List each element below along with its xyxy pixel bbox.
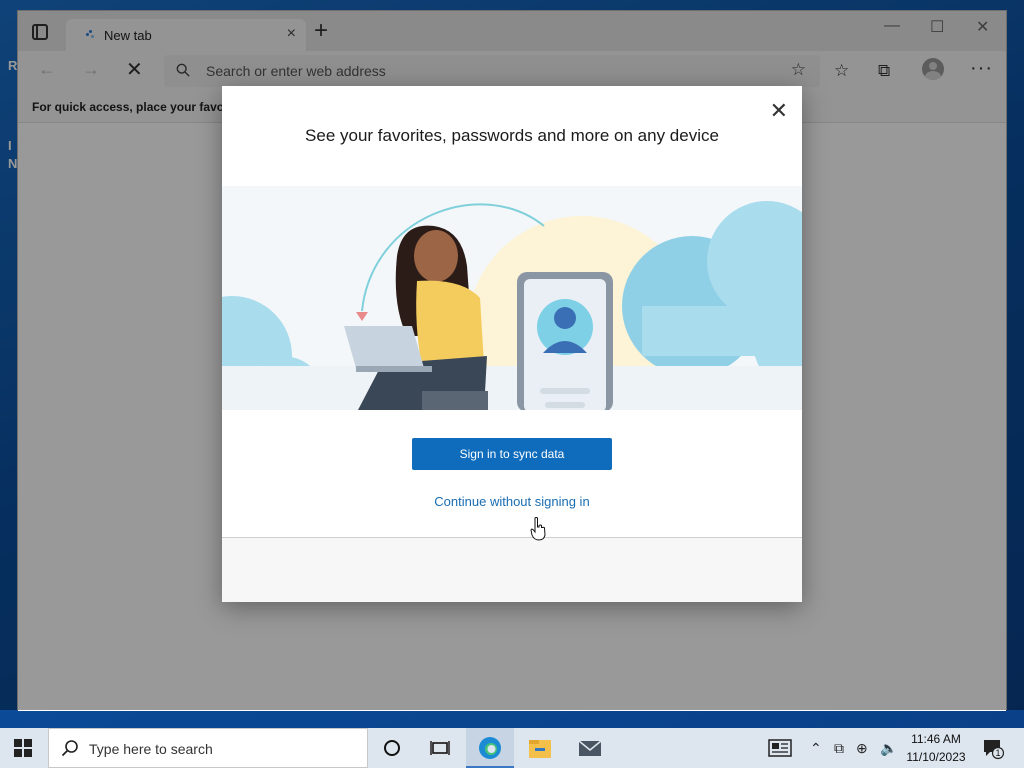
network-globe-icon[interactable]: ⊕ xyxy=(856,740,868,757)
search-icon xyxy=(61,740,78,757)
mail-icon[interactable] xyxy=(578,738,602,758)
file-explorer-icon[interactable] xyxy=(528,737,552,759)
dialog-footer xyxy=(222,538,802,602)
taskbar-search-box[interactable]: Type here to search xyxy=(48,728,368,768)
edge-icon[interactable] xyxy=(478,736,502,760)
volume-muted-icon[interactable]: 🔈 xyxy=(880,740,897,757)
taskbar: Type here to search ⌃ ⧉ ⊕ 🔈 11:46 AM 11/… xyxy=(0,728,1024,768)
clock-time[interactable]: 11:46 AM xyxy=(904,732,968,746)
task-view-icon[interactable] xyxy=(430,738,450,758)
taskbar-search-placeholder: Type here to search xyxy=(89,741,213,757)
hand-cursor-icon xyxy=(530,517,546,541)
dialog-close-button[interactable]: ✕ xyxy=(770,98,788,124)
continue-without-signin-link[interactable]: Continue without signing in xyxy=(222,494,802,509)
windows-start-icon[interactable] xyxy=(14,739,32,757)
dialog-title: See your favorites, passwords and more o… xyxy=(305,126,719,145)
sign-in-sync-button[interactable]: Sign in to sync data xyxy=(412,438,612,470)
chevron-up-icon[interactable]: ⌃ xyxy=(810,740,822,757)
news-widget-icon[interactable] xyxy=(768,739,792,757)
cortana-icon[interactable] xyxy=(382,738,402,758)
sync-dialog: ✕ See your favorites, passwords and more… xyxy=(222,86,802,602)
sync-illustration xyxy=(222,186,802,410)
notification-count: 1 xyxy=(995,748,1001,758)
clock-date[interactable]: 11/10/2023 xyxy=(904,750,968,764)
meet-now-icon[interactable]: ⧉ xyxy=(834,740,844,757)
illustration-art xyxy=(222,186,802,410)
